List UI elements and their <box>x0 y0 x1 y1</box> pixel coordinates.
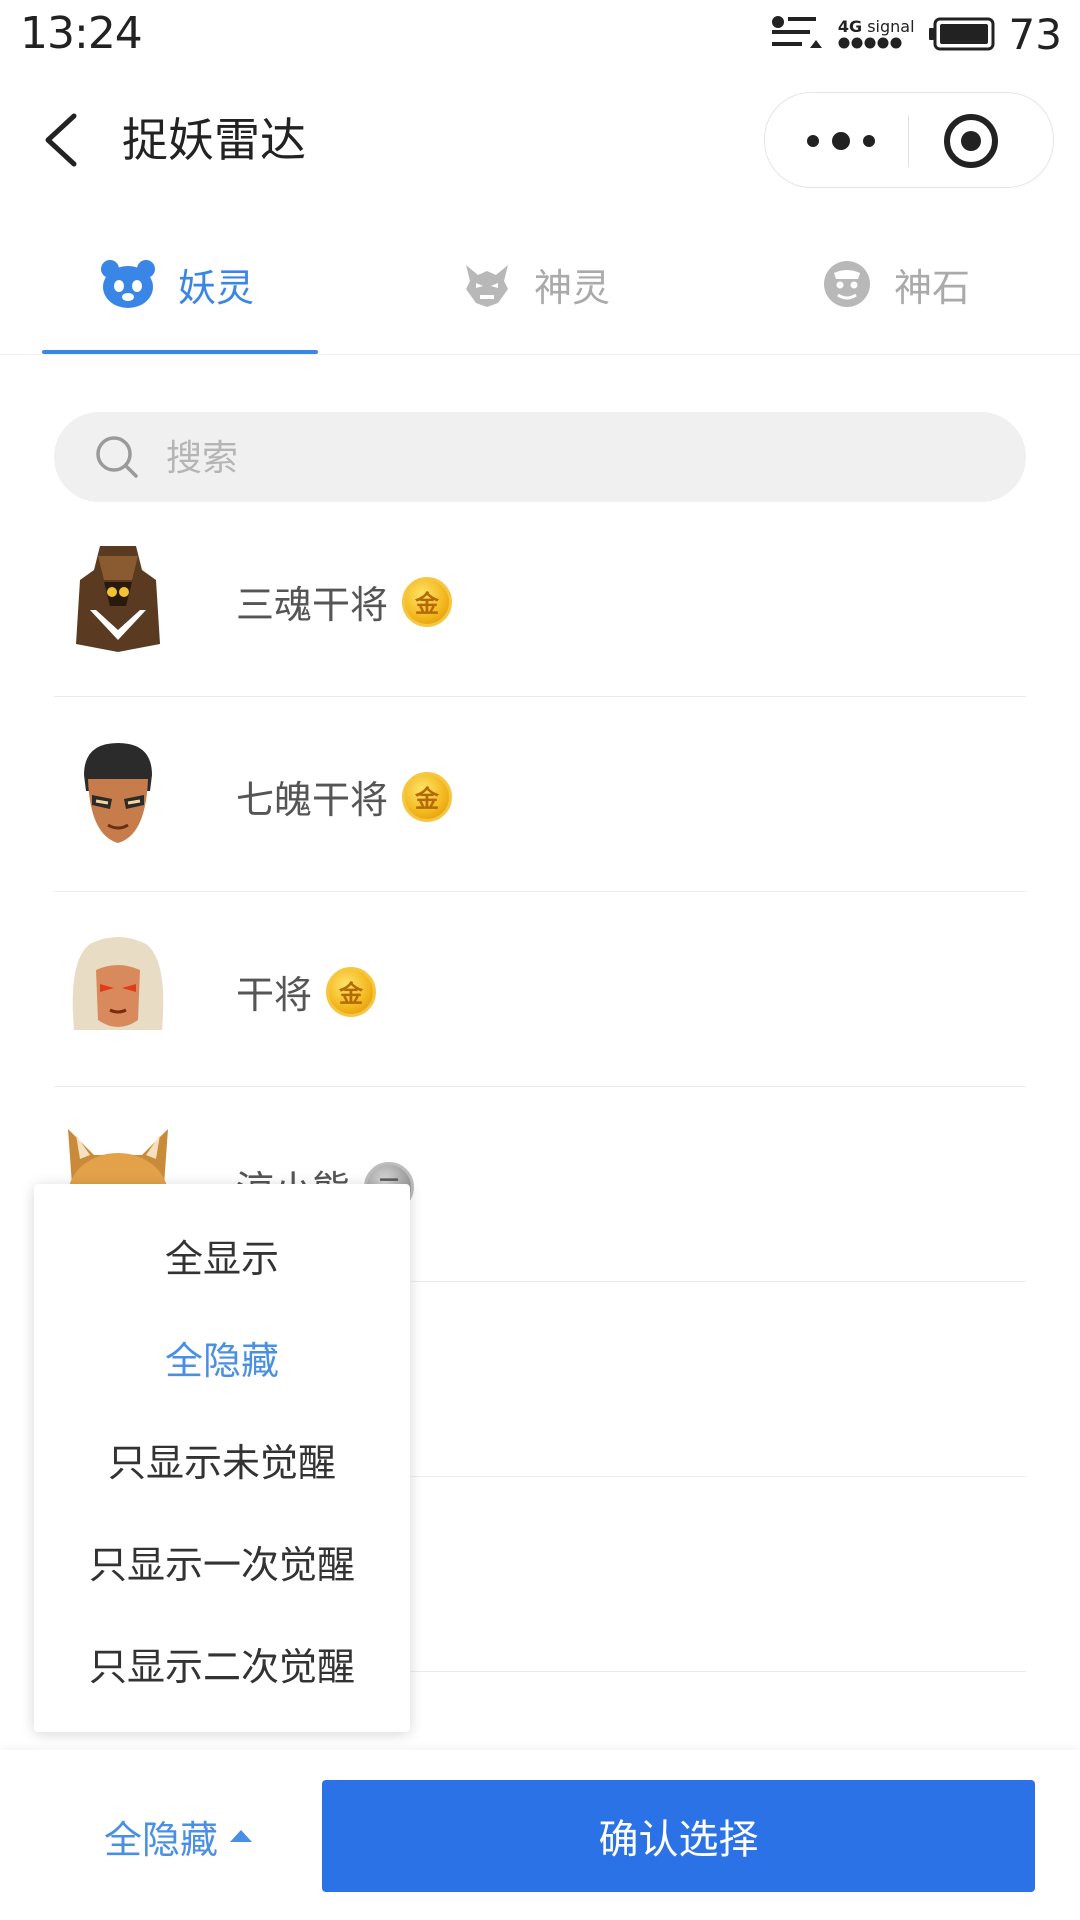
notification-icon <box>771 16 822 48</box>
signal-label: signal <box>867 17 915 36</box>
tab-label: 神石 <box>894 265 971 310</box>
filter-toggle-label: 全隐藏 <box>104 1817 219 1862</box>
more-dots-icon <box>807 132 875 150</box>
monster-avatar <box>60 540 176 656</box>
target-close-icon <box>944 114 998 168</box>
tab-shenling[interactable]: 神灵 <box>462 256 610 312</box>
caret-up-icon <box>230 1830 253 1842</box>
category-tabs: 妖灵 神灵 神石 <box>0 230 1080 355</box>
tab-label: 妖灵 <box>178 265 255 310</box>
list-item[interactable]: 七魄干将 金 <box>54 697 1026 892</box>
page-title: 捉妖雷达 <box>122 113 306 167</box>
gold-grade-badge: 金 <box>326 966 377 1017</box>
bottom-bar: 全隐藏 确认选择 <box>0 1750 1080 1920</box>
tab-label: 神灵 <box>534 265 611 310</box>
mini-program-capsule <box>764 92 1054 188</box>
monster-name: 七魄干将 <box>236 778 389 822</box>
stone-face-icon <box>824 261 870 307</box>
dropdown-option-show-first-awakening[interactable]: 只显示一次觉醒 <box>34 1510 410 1612</box>
status-bar: 13:24 4G signal 73 <box>0 0 1080 66</box>
gold-grade-badge: 金 <box>402 576 453 627</box>
search-icon <box>96 436 138 478</box>
list-item[interactable]: 干将 金 <box>54 892 1026 1087</box>
signal-icon: 4G signal <box>838 18 915 50</box>
monster-avatar <box>60 735 176 851</box>
filter-dropdown-menu: 全显示 全隐藏 只显示未觉醒 只显示一次觉醒 只显示二次觉醒 <box>34 1184 410 1732</box>
item-name-wrap: 干将 金 <box>236 964 377 1019</box>
list-item[interactable]: 三魂干将 金 <box>54 502 1026 697</box>
dropdown-option-show-unawakened[interactable]: 只显示未觉醒 <box>34 1408 410 1510</box>
gold-grade-badge: 金 <box>402 771 453 822</box>
navbar: 捉妖雷达 <box>0 80 1080 200</box>
dropdown-option-hide-all[interactable]: 全隐藏 <box>34 1306 410 1408</box>
network-label: 4G <box>837 17 863 36</box>
battery-icon <box>928 17 995 51</box>
monster-name: 干将 <box>236 973 313 1017</box>
item-name-wrap: 七魄干将 金 <box>236 769 453 824</box>
search-input[interactable] <box>164 430 988 486</box>
monster-name: 三魂干将 <box>236 583 389 627</box>
dropdown-option-show-all[interactable]: 全显示 <box>34 1204 410 1306</box>
tab-yaoling[interactable]: 妖灵 <box>100 256 254 312</box>
demon-mask-icon <box>466 265 508 307</box>
monster-avatar <box>60 930 176 1046</box>
more-button[interactable] <box>801 115 881 167</box>
panda-face-icon <box>101 260 155 308</box>
item-name-wrap: 三魂干将 金 <box>236 574 453 629</box>
close-mini-program-button[interactable] <box>941 111 1001 171</box>
active-tab-indicator <box>42 350 318 354</box>
capsule-divider <box>908 115 909 167</box>
status-time: 13:24 <box>20 8 143 59</box>
status-icons: 4G signal 73 <box>770 9 1062 59</box>
confirm-selection-button[interactable]: 确认选择 <box>322 1780 1035 1892</box>
dropdown-option-show-second-awakening[interactable]: 只显示二次觉醒 <box>34 1612 410 1714</box>
filter-toggle-button[interactable]: 全隐藏 <box>104 1808 253 1864</box>
battery-percent: 73 <box>1008 9 1062 59</box>
search-bar <box>54 412 1026 502</box>
tab-shenshi[interactable]: 神石 <box>822 256 970 312</box>
chevron-left-icon <box>45 113 77 167</box>
page: 13:24 4G signal 73 捉妖雷达 妖灵 神灵 神石 搜索 三魂干将… <box>0 0 1080 1920</box>
back-button[interactable] <box>36 104 96 176</box>
